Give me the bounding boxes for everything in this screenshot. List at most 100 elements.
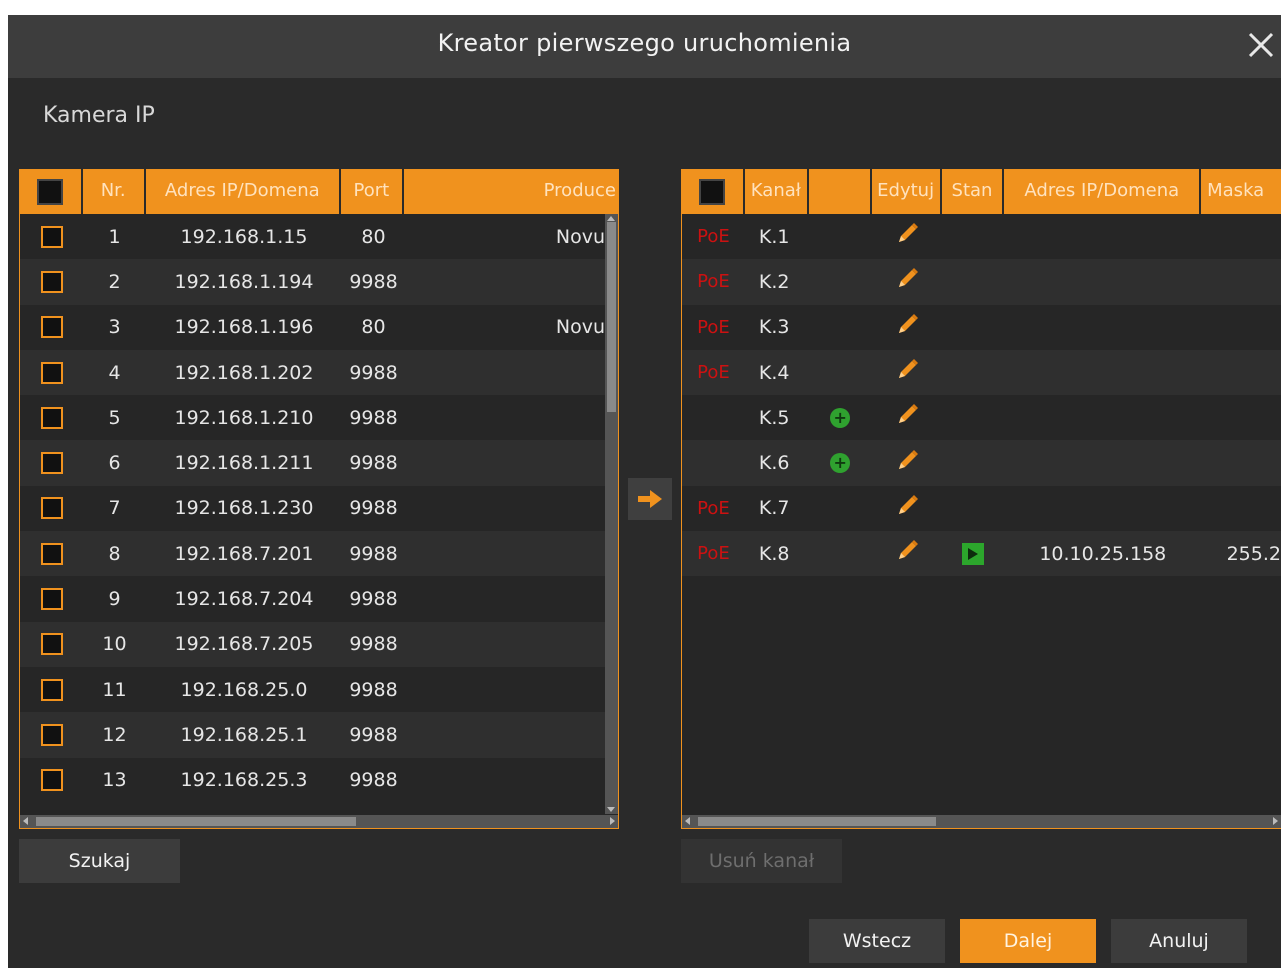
table-row[interactable]: 12 192.168.25.1 9988	[20, 712, 618, 758]
table-row[interactable]: PoE K.4	[682, 349, 1281, 396]
row-port: 9988	[349, 406, 398, 429]
row-checkbox[interactable]	[40, 723, 63, 746]
channel-label: K.3	[758, 316, 790, 339]
scrollbar-thumb[interactable]	[36, 817, 356, 826]
row-address: 192.168.25.1	[180, 723, 308, 746]
table-row[interactable]: PoE K.3	[682, 305, 1281, 350]
scroll-right-icon[interactable]	[1273, 817, 1278, 825]
pencil-icon[interactable]	[894, 357, 920, 388]
table-row[interactable]: 8 192.168.7.201 9988	[20, 531, 618, 577]
header-add	[809, 169, 872, 214]
pencil-icon[interactable]	[894, 448, 920, 479]
row-checkbox[interactable]	[40, 406, 63, 429]
header-edit[interactable]: Edytuj	[872, 169, 942, 214]
row-address: 192.168.7.205	[174, 633, 314, 656]
cancel-button[interactable]: Anuluj	[1111, 919, 1247, 963]
row-address: 192.168.1.210	[174, 406, 314, 429]
row-checkbox[interactable]	[40, 633, 63, 656]
row-select-cell	[20, 588, 83, 611]
poe-label: PoE	[697, 543, 730, 565]
scroll-right-icon[interactable]	[610, 817, 615, 825]
header-port[interactable]: Port	[341, 169, 404, 214]
row-select-cell	[20, 678, 83, 701]
pencil-icon[interactable]	[894, 402, 920, 433]
plus-circle-icon[interactable]: +	[830, 407, 851, 428]
table-row[interactable]: 5 192.168.1.210 9988	[20, 395, 618, 440]
next-button[interactable]: Dalej	[960, 919, 1096, 963]
table-row[interactable]: PoE K.1	[682, 214, 1281, 259]
window-title: Kreator pierwszego uruchomienia	[437, 29, 852, 57]
table-row[interactable]: 7 192.168.1.230 9988	[20, 486, 618, 531]
row-checkbox[interactable]	[40, 225, 63, 248]
header-mask[interactable]: Maska	[1201, 169, 1281, 214]
row-checkbox[interactable]	[40, 588, 63, 611]
row-checkbox[interactable]	[40, 316, 63, 339]
channel-label: K.6	[758, 452, 790, 475]
select-all-header	[682, 169, 745, 214]
row-nr: 8	[108, 542, 121, 565]
pencil-icon[interactable]	[894, 538, 920, 569]
row-address: 192.168.25.3	[180, 769, 308, 792]
row-checkbox[interactable]	[40, 678, 63, 701]
row-select-cell	[20, 225, 83, 248]
row-checkbox[interactable]	[40, 497, 63, 520]
header-status[interactable]: Stan	[942, 169, 1005, 214]
scrollbar-thumb[interactable]	[698, 817, 936, 826]
row-checkbox[interactable]	[40, 270, 63, 293]
pencil-icon[interactable]	[894, 312, 920, 343]
scroll-up-icon[interactable]	[607, 216, 615, 221]
table-row[interactable]: 2 192.168.1.194 9988	[20, 259, 618, 305]
edit-cell	[872, 357, 942, 388]
row-port: 9988	[349, 270, 398, 293]
horizontal-scrollbar[interactable]	[682, 815, 1281, 828]
row-nr: 5	[108, 406, 121, 429]
row-checkbox[interactable]	[40, 452, 63, 475]
table-row[interactable]: 9 192.168.7.204 9988	[20, 576, 618, 621]
scroll-left-icon[interactable]	[685, 817, 690, 825]
table-row[interactable]: 3 192.168.1.196 80 Novu	[20, 305, 618, 350]
scroll-down-icon[interactable]	[607, 807, 615, 812]
pencil-icon[interactable]	[894, 493, 920, 524]
select-all-channels-checkbox[interactable]	[699, 178, 726, 205]
scrollbar-thumb[interactable]	[607, 222, 616, 412]
table-row[interactable]: 4 192.168.1.202 9988	[20, 349, 618, 396]
play-icon[interactable]	[962, 542, 985, 565]
wizard-window: Kreator pierwszego uruchomienia Kamera I…	[8, 15, 1281, 968]
pencil-icon[interactable]	[894, 266, 920, 297]
table-row[interactable]: PoE K.8 10.10.25.158 255.2	[682, 531, 1281, 577]
table-row[interactable]: PoE K.7	[682, 486, 1281, 531]
select-all-checkbox[interactable]	[37, 178, 64, 205]
table-row[interactable]: 11 192.168.25.0 9988	[20, 667, 618, 712]
row-nr: 4	[108, 361, 121, 384]
channels-table: Kanał Edytuj Stan Adres IP/Domena Maska …	[681, 169, 1281, 829]
plus-circle-icon[interactable]: +	[830, 453, 851, 474]
row-nr: 9	[108, 588, 121, 611]
table-row[interactable]: K.5 +	[682, 395, 1281, 440]
header-address[interactable]: Adres IP/Domena	[146, 169, 341, 214]
header-address[interactable]: Adres IP/Domena	[1004, 169, 1202, 214]
row-checkbox[interactable]	[40, 361, 63, 384]
table-row[interactable]: K.6 +	[682, 440, 1281, 486]
scroll-left-icon[interactable]	[23, 817, 28, 825]
add-to-channels-button[interactable]	[628, 478, 672, 520]
header-nr[interactable]: Nr.	[83, 169, 146, 214]
table-row[interactable]: PoE K.2	[682, 259, 1281, 305]
vertical-scrollbar[interactable]	[605, 214, 618, 814]
row-checkbox[interactable]	[40, 769, 63, 792]
table-row[interactable]: 10 192.168.7.205 9988	[20, 621, 618, 667]
row-address: 192.168.1.194	[174, 270, 314, 293]
back-button[interactable]: Wstecz	[809, 919, 945, 963]
header-producer[interactable]: Produce	[404, 169, 618, 214]
horizontal-scrollbar[interactable]	[20, 815, 618, 828]
search-button[interactable]: Szukaj	[19, 839, 180, 883]
table-row[interactable]: 13 192.168.25.3 9988	[20, 758, 618, 803]
table-row[interactable]: 6 192.168.1.211 9988	[20, 440, 618, 486]
row-checkbox[interactable]	[40, 542, 63, 565]
header-channel[interactable]: Kanał	[745, 169, 809, 214]
table-row[interactable]: 1 192.168.1.15 80 Novu	[20, 214, 618, 259]
row-address: 192.168.1.196	[174, 316, 314, 339]
pencil-icon[interactable]	[894, 221, 920, 252]
close-icon[interactable]	[1244, 28, 1278, 62]
row-port: 9988	[349, 633, 398, 656]
remove-channel-button[interactable]: Usuń kanał	[681, 839, 842, 883]
